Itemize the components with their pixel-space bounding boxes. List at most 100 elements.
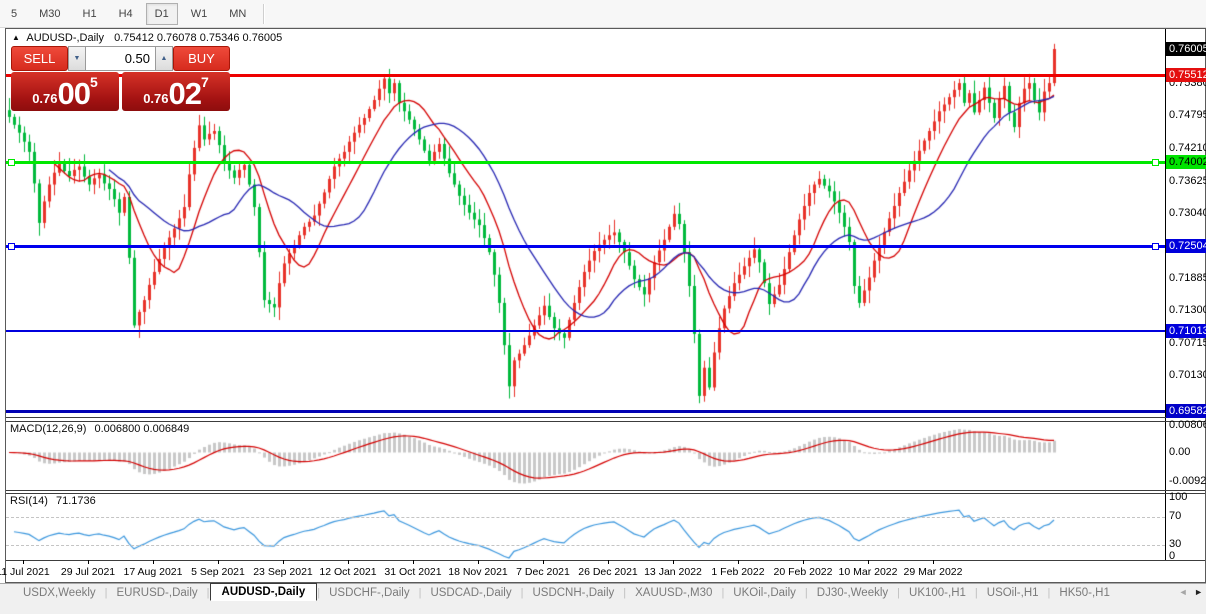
- line-drag-handle-left[interactable]: [8, 159, 15, 166]
- date-label: 1 Feb 2022: [711, 566, 765, 578]
- date-label: 17 Aug 2021: [123, 566, 183, 578]
- macd-indicator-label: MACD(12,26,9) 0.006800 0.006849: [10, 423, 189, 435]
- tab-scroll-right-icon[interactable]: ►: [1194, 587, 1203, 597]
- price-tick-label: 0.71885: [1169, 272, 1206, 284]
- chart-window[interactable]: ▲ AUDUSD-,Daily 0.75412 0.76078 0.75346 …: [0, 28, 1206, 583]
- indicator-scale-label: 0.00: [1169, 446, 1191, 458]
- volume-increase-button[interactable]: ▲: [155, 46, 173, 71]
- volume-decrease-button[interactable]: ▼: [68, 46, 86, 71]
- price-marker-label: 0.74002: [1166, 155, 1206, 169]
- price-marker-label: 0.76005: [1166, 42, 1206, 56]
- chart-symbol-period: AUDUSD-,Daily: [26, 32, 104, 44]
- price-tick-label: 0.74210: [1169, 142, 1206, 154]
- timeframe-button-w1[interactable]: W1: [182, 3, 217, 25]
- macd-panel-top-border: [6, 421, 1205, 422]
- chart-tab-dj30-weekly[interactable]: DJ30-,Weekly: [808, 585, 897, 601]
- sell-price-big: 00: [57, 76, 91, 111]
- price-marker-label: 0.75512: [1166, 68, 1206, 82]
- rsi-level-30-line: [6, 545, 1165, 546]
- date-tick: [608, 560, 609, 564]
- horizontal-line-0.74002[interactable]: [6, 161, 1165, 164]
- price-tick-label: 0.74795: [1169, 109, 1206, 121]
- macd-values: 0.006800 0.006849: [94, 423, 190, 435]
- date-label: 29 Mar 2022: [903, 566, 963, 578]
- horizontal-line-0.71013[interactable]: [6, 330, 1165, 332]
- price-marker-label: 0.72504: [1166, 239, 1206, 253]
- buy-price-prefix: 0.76: [143, 91, 169, 106]
- date-label: 26 Dec 2021: [578, 566, 638, 578]
- date-label: 31 Oct 2021: [384, 566, 442, 578]
- timeframe-button-h4[interactable]: H4: [110, 3, 142, 25]
- rsi-panel-top-border: [6, 493, 1205, 494]
- tab-scroll-left-icon[interactable]: ◄: [1179, 587, 1188, 597]
- sell-price-display[interactable]: 0.76 00 5: [11, 72, 119, 111]
- chart-tab-usdx-weekly[interactable]: USDX,Weekly: [14, 585, 105, 601]
- timeframe-toolbar: 5 M30 H1 H4 D1 W1 MN: [0, 0, 1206, 28]
- date-tick: [218, 560, 219, 564]
- buy-button[interactable]: BUY: [173, 46, 230, 71]
- timeframe-button-d1[interactable]: D1: [145, 2, 178, 25]
- indicator-scale-label: -0.00928: [1169, 475, 1206, 487]
- date-tick: [868, 560, 869, 564]
- rsi-panel-bottom-border: [6, 560, 1205, 561]
- sell-price-pip: 5: [90, 74, 98, 90]
- price-marker-label: 0.69582: [1166, 404, 1206, 418]
- date-tick: [348, 560, 349, 564]
- chart-tab-ukoil-daily[interactable]: UKOil-,Daily: [724, 585, 805, 601]
- chart-title: ▲ AUDUSD-,Daily 0.75412 0.76078 0.75346 …: [12, 32, 282, 44]
- chart-tab-xauusd-m30[interactable]: XAUUSD-,M30: [626, 585, 721, 601]
- timeframe-button-mn[interactable]: MN: [220, 3, 255, 25]
- rsi-indicator-label: RSI(14) 71.1736: [10, 495, 96, 507]
- timeframe-button-m30[interactable]: M30: [30, 3, 69, 25]
- date-tick: [153, 560, 154, 564]
- price-chart-canvas[interactable]: [6, 29, 1205, 582]
- indicator-scale-label: 30: [1169, 538, 1182, 550]
- date-label: 18 Nov 2021: [448, 566, 508, 578]
- date-label: 5 Sep 2021: [191, 566, 245, 578]
- chart-tab-usdchf-daily[interactable]: USDCHF-,Daily: [320, 585, 419, 601]
- one-click-trading-widget: SELL ▼ 0.50 ▲ BUY 0.76 00 5 0.76 02 7: [11, 46, 230, 111]
- buy-price-big: 02: [168, 76, 202, 111]
- date-tick: [933, 560, 934, 564]
- toolbar-separator: [263, 3, 266, 24]
- chart-tab-bar: USDX,Weekly | EURUSD-,Daily | AUDUSD-,Daily |…: [0, 583, 1206, 602]
- indicator-scale-label: 0.008061: [1169, 419, 1206, 431]
- macd-panel-bottom-border[interactable]: [6, 490, 1205, 491]
- chart-ohlc-values: 0.75412 0.76078 0.75346 0.76005: [114, 32, 283, 44]
- sell-price-prefix: 0.76: [32, 91, 58, 106]
- rsi-value: 71.1736: [55, 495, 96, 507]
- timeframe-button-h1[interactable]: H1: [74, 3, 106, 25]
- horizontal-line-0.69582[interactable]: [6, 410, 1165, 413]
- line-drag-handle-left[interactable]: [8, 243, 15, 250]
- date-label: 11 Jul 2021: [0, 566, 50, 578]
- date-tick: [478, 560, 479, 564]
- main-panel-bottom-border[interactable]: [6, 417, 1205, 418]
- horizontal-line-0.72504[interactable]: [6, 245, 1165, 248]
- rsi-name: RSI(14): [10, 495, 48, 507]
- date-tick: [23, 560, 24, 564]
- date-tick: [88, 560, 89, 564]
- buy-price-display[interactable]: 0.76 02 7: [122, 72, 230, 111]
- date-label: 7 Dec 2021: [516, 566, 570, 578]
- collapse-arrow-icon[interactable]: ▲: [12, 33, 20, 42]
- line-drag-handle-right[interactable]: [1152, 159, 1159, 166]
- chart-tab-uk100-h1[interactable]: UK100-,H1: [900, 585, 975, 601]
- chart-tab-hk50-h1[interactable]: HK50-,H1: [1050, 585, 1119, 601]
- volume-input[interactable]: 0.50: [86, 46, 155, 71]
- indicator-scale-label: 100: [1169, 491, 1188, 503]
- mt4-terminal: 5 M30 H1 H4 D1 W1 MN ▲ AUDUSD-,Daily 0.75412 0…: [0, 0, 1206, 614]
- chart-tab-usdcad-daily[interactable]: USDCAD-,Daily: [421, 585, 520, 601]
- chart-tab-usdcnh-daily[interactable]: USDCNH-,Daily: [523, 585, 623, 601]
- timeframe-button-5[interactable]: 5: [2, 3, 26, 25]
- date-tick: [738, 560, 739, 564]
- price-tick-label: 0.73040: [1169, 207, 1206, 219]
- chart-tab-usoil-h1[interactable]: USOil-,H1: [978, 585, 1048, 601]
- line-drag-handle-right[interactable]: [1152, 243, 1159, 250]
- sell-button[interactable]: SELL: [11, 46, 68, 71]
- price-tick-label: 0.70130: [1169, 369, 1206, 381]
- date-label: 29 Jul 2021: [60, 566, 116, 578]
- chart-tab-audusd-daily[interactable]: AUDUSD-,Daily: [209, 583, 318, 601]
- rsi-level-70-line: [6, 517, 1165, 518]
- chart-tab-eurusd-daily[interactable]: EURUSD-,Daily: [108, 585, 207, 601]
- date-label: 10 Mar 2022: [838, 566, 898, 578]
